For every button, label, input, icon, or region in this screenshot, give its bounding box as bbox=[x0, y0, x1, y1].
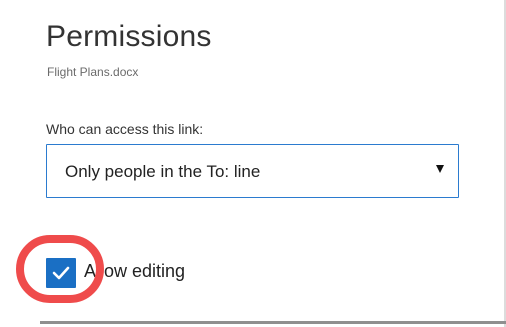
permissions-panel: Permissions Flight Plans.docx Who can ac… bbox=[0, 0, 506, 327]
access-select[interactable]: Only people in the To: line bbox=[46, 144, 459, 198]
access-select-value: Only people in the To: line bbox=[65, 162, 261, 181]
highlight-annotation bbox=[16, 235, 104, 303]
access-label: Who can access this link: bbox=[46, 121, 204, 137]
file-name: Flight Plans.docx bbox=[47, 65, 139, 79]
footer-divider bbox=[40, 321, 506, 324]
page-title: Permissions bbox=[46, 20, 212, 53]
caret-down-icon bbox=[436, 165, 444, 173]
